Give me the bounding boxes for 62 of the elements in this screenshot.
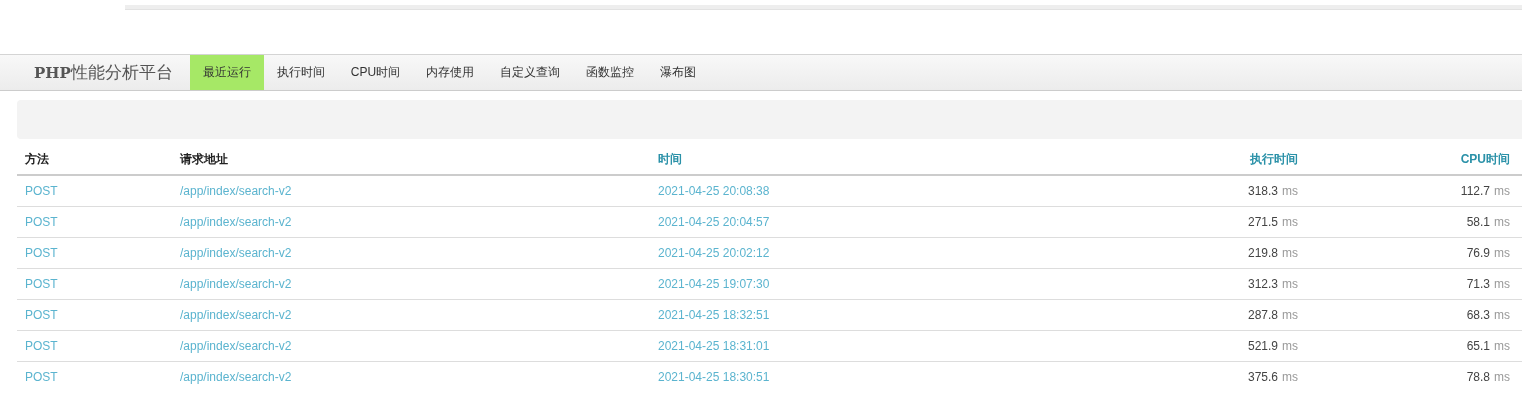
- method-link[interactable]: POST: [25, 246, 58, 260]
- duration-value: 312.3: [1247, 277, 1278, 291]
- time-link[interactable]: 2021-04-25 20:02:12: [658, 246, 770, 260]
- method-link[interactable]: POST: [25, 215, 58, 229]
- duration-value: 112.7: [1460, 184, 1490, 198]
- time-link[interactable]: 2021-04-25 20:08:38: [658, 184, 770, 198]
- unit-label: ms: [1282, 215, 1298, 229]
- method-link[interactable]: POST: [25, 277, 58, 291]
- time-link[interactable]: 2021-04-25 18:30:51: [658, 370, 770, 384]
- time-link[interactable]: 2021-04-25 20:04:57: [658, 215, 770, 229]
- time-link[interactable]: 2021-04-25 19:07:30: [658, 277, 770, 291]
- duration-value: 65.1: [1466, 339, 1490, 353]
- unit-label: ms: [1282, 339, 1298, 353]
- duration-value: 68.3: [1466, 308, 1490, 322]
- time-link[interactable]: 2021-04-25 18:31:01: [658, 339, 770, 353]
- duration-value: 287.8: [1247, 308, 1278, 322]
- unit-label: ms: [1494, 215, 1510, 229]
- method-link[interactable]: POST: [25, 308, 58, 322]
- duration-value: 76.9: [1466, 246, 1490, 260]
- unit-label: ms: [1494, 184, 1510, 198]
- column-header[interactable]: CPU时间: [1460, 152, 1510, 166]
- nav-tab[interactable]: 瀑布图: [647, 55, 710, 90]
- unit-label: ms: [1494, 277, 1510, 291]
- column-header[interactable]: 执行时间: [1250, 152, 1298, 166]
- column-header: 方法: [25, 152, 49, 166]
- method-link[interactable]: POST: [25, 184, 58, 198]
- unit-label: ms: [1282, 277, 1298, 291]
- unit-label: ms: [1494, 308, 1510, 322]
- unit-label: ms: [1282, 370, 1298, 384]
- method-link[interactable]: POST: [25, 339, 58, 353]
- duration-value: 318.3: [1247, 184, 1278, 198]
- nav-tab[interactable]: 自定义查询: [487, 55, 574, 90]
- url-link[interactable]: /app/index/search-v2: [180, 246, 292, 260]
- url-link[interactable]: /app/index/search-v2: [180, 370, 292, 384]
- brand-title: PHP性能分析平台: [34, 62, 173, 84]
- duration-value: 521.9: [1247, 339, 1278, 353]
- unit-label: ms: [1494, 246, 1510, 260]
- nav-tab[interactable]: 内存使用: [413, 55, 488, 90]
- nav-tab[interactable]: CPU时间: [337, 55, 414, 90]
- url-link[interactable]: /app/index/search-v2: [180, 339, 292, 353]
- url-link[interactable]: /app/index/search-v2: [180, 308, 292, 322]
- nav-tab[interactable]: 函数监控: [573, 55, 648, 90]
- duration-value: 71.3: [1466, 277, 1490, 291]
- column-header[interactable]: 时间: [658, 152, 682, 166]
- url-link[interactable]: /app/index/search-v2: [180, 215, 292, 229]
- duration-value: 375.6: [1247, 370, 1278, 384]
- method-link[interactable]: POST: [25, 370, 58, 384]
- unit-label: ms: [1282, 246, 1298, 260]
- duration-value: 219.8: [1247, 246, 1278, 260]
- time-link[interactable]: 2021-04-25 18:32:51: [658, 308, 770, 322]
- unit-label: ms: [1282, 184, 1298, 198]
- duration-value: 78.8: [1466, 370, 1490, 384]
- duration-value: 271.5: [1247, 215, 1278, 229]
- nav-tab[interactable]: 执行时间: [263, 55, 338, 90]
- duration-value: 58.1: [1466, 215, 1490, 229]
- column-header: 请求地址: [180, 152, 228, 166]
- unit-label: ms: [1494, 370, 1510, 384]
- unit-label: ms: [1494, 339, 1510, 353]
- url-link[interactable]: /app/index/search-v2: [180, 277, 292, 291]
- unit-label: ms: [1282, 308, 1298, 322]
- url-link[interactable]: /app/index/search-v2: [180, 184, 292, 198]
- nav-tab[interactable]: 最近运行: [189, 55, 264, 90]
